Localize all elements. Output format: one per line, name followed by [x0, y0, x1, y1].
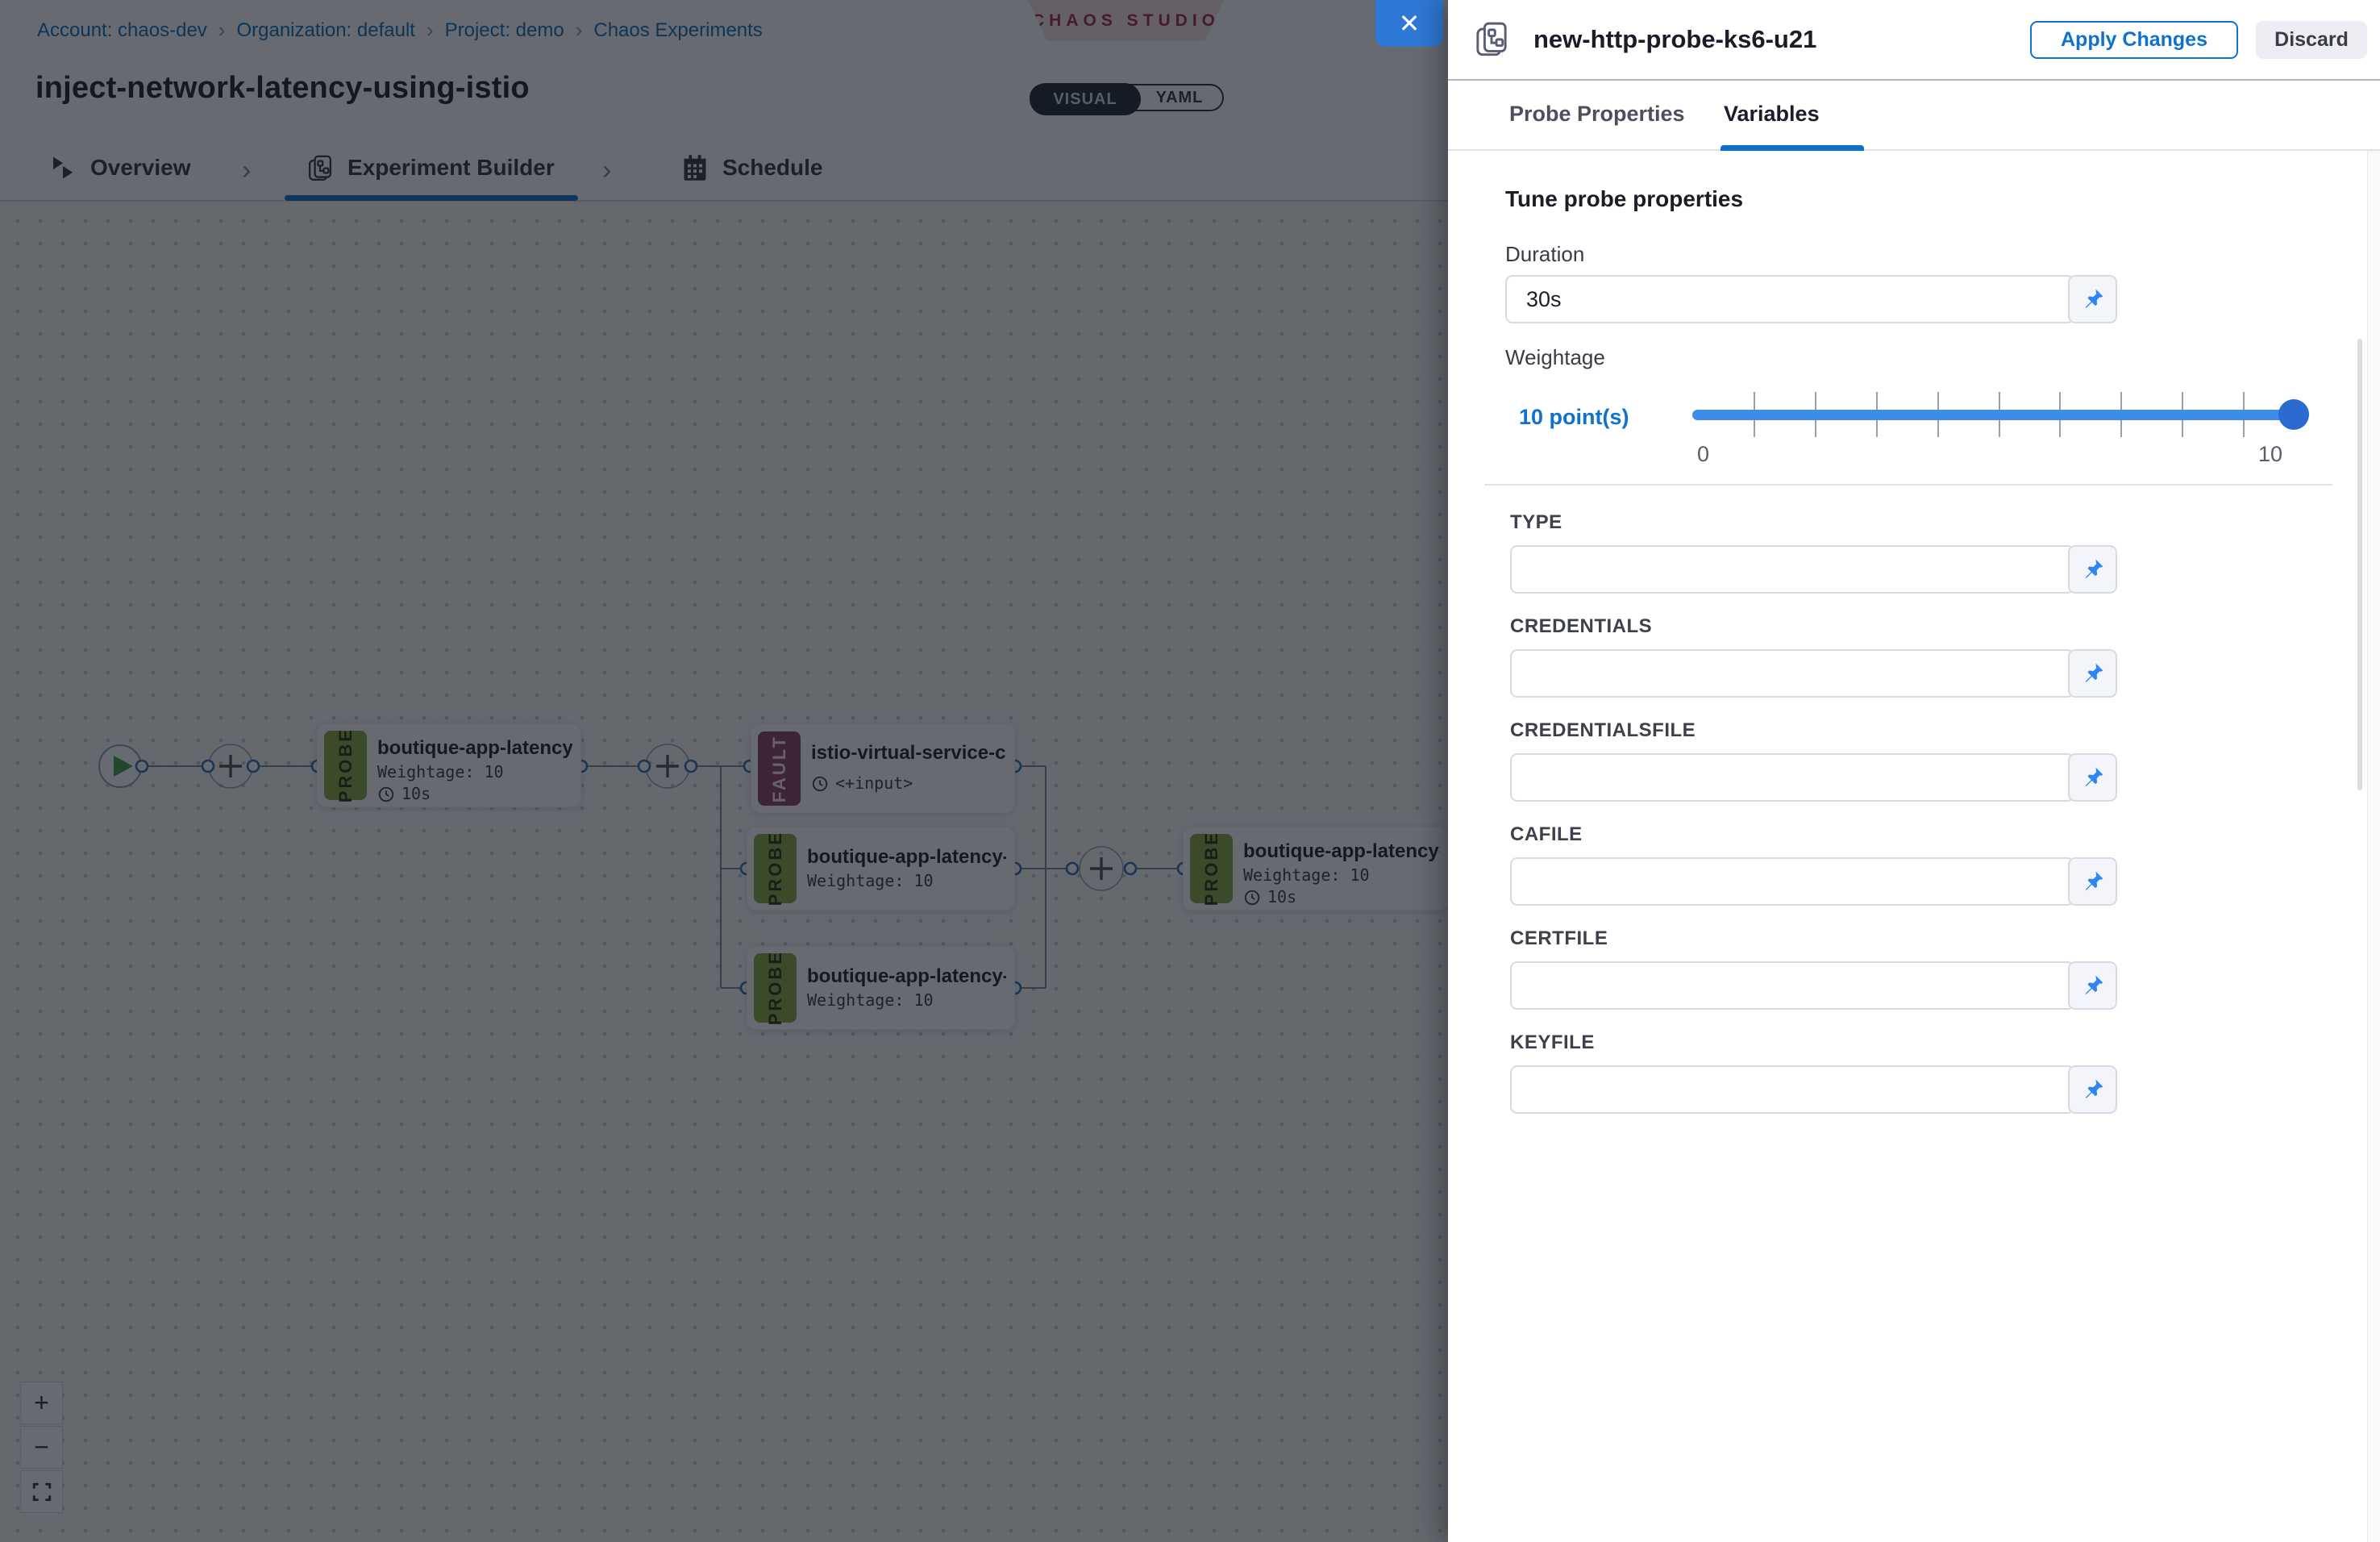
slider-min-label: 0 [1697, 442, 1709, 467]
tab-probe-properties[interactable]: Probe Properties [1509, 102, 1685, 127]
pin-icon [2081, 1077, 2105, 1102]
var-input-group-type [1510, 545, 2117, 594]
panel-body: Tune probe properties Duration Weightage… [1448, 151, 2380, 1542]
pin-runtime-input-button[interactable] [2068, 753, 2117, 802]
pin-icon [2081, 869, 2105, 894]
active-panel-tab-underline [1721, 145, 1864, 151]
credentialsfile-input[interactable] [1510, 753, 2074, 802]
pin-icon [2081, 661, 2105, 686]
duration-input[interactable] [1505, 275, 2074, 323]
pin-icon [2081, 973, 2105, 998]
var-label-certfile: CERTFILE [1510, 927, 1608, 950]
weightage-label: Weightage [1505, 345, 1605, 370]
pin-runtime-input-button[interactable] [2068, 961, 2117, 1010]
close-icon: ✕ [1399, 8, 1421, 39]
panel-tabs: Probe Properties Variables [1448, 81, 2380, 151]
pin-runtime-input-button[interactable] [2068, 545, 2117, 594]
duration-label: Duration [1505, 242, 1584, 267]
var-label-keyfile: KEYFILE [1510, 1031, 1595, 1054]
pin-runtime-input-button[interactable] [2068, 275, 2117, 323]
probe-icon [1472, 19, 1511, 58]
certfile-input[interactable] [1510, 961, 2074, 1010]
chaos-studio-app: Account: chaos-dev › Organization: defau… [0, 0, 2380, 1542]
close-panel-button[interactable]: ✕ [1375, 0, 1443, 47]
var-label-credentialsfile: CREDENTIALSFILE [1510, 719, 1696, 742]
var-input-group-keyfile [1510, 1065, 2117, 1114]
panel-scrollbar[interactable] [2357, 339, 2362, 790]
pin-runtime-input-button[interactable] [2068, 649, 2117, 698]
var-input-group-certfile [1510, 961, 2117, 1010]
dim-overlay [0, 0, 1448, 1542]
var-label-type: TYPE [1510, 511, 1562, 534]
pin-runtime-input-button[interactable] [2068, 857, 2117, 906]
tune-probe-heading: Tune probe properties [1505, 186, 1743, 212]
type-input[interactable] [1510, 545, 2074, 594]
panel-header: new-http-probe-ks6-u21 Apply Changes Dis… [1448, 0, 2380, 81]
experiment-workarea: Account: chaos-dev › Organization: defau… [0, 0, 1448, 1542]
probe-name-title: new-http-probe-ks6-u21 [1533, 25, 1816, 54]
section-divider [1484, 484, 2332, 486]
var-input-group-credentialsfile [1510, 753, 2117, 802]
var-label-credentials: CREDENTIALS [1510, 615, 1652, 638]
slider-max-label: 10 [2258, 442, 2282, 467]
tab-variables[interactable]: Variables [1724, 102, 1820, 127]
weightage-points-value: 10 point(s) [1519, 405, 1629, 430]
weightage-slider[interactable] [1692, 392, 2304, 437]
slider-track[interactable] [1692, 410, 2304, 420]
probe-config-panel: new-http-probe-ks6-u21 Apply Changes Dis… [1448, 0, 2380, 1542]
keyfile-input[interactable] [1510, 1065, 2074, 1114]
var-input-group-credentials [1510, 649, 2117, 698]
pin-runtime-input-button[interactable] [2068, 1065, 2117, 1114]
slider-handle[interactable] [2278, 399, 2309, 430]
pin-icon [2081, 287, 2105, 311]
var-input-group-cafile [1510, 857, 2117, 906]
pin-icon [2081, 557, 2105, 581]
duration-input-group [1505, 275, 2117, 323]
cafile-input[interactable] [1510, 857, 2074, 906]
discard-button[interactable]: Discard [2256, 21, 2367, 59]
panel-scroll-gutter [2367, 151, 2380, 1542]
pin-icon [2081, 765, 2105, 790]
var-label-cafile: CAFILE [1510, 823, 1583, 846]
apply-changes-button[interactable]: Apply Changes [2030, 21, 2238, 59]
credentials-input[interactable] [1510, 649, 2074, 698]
